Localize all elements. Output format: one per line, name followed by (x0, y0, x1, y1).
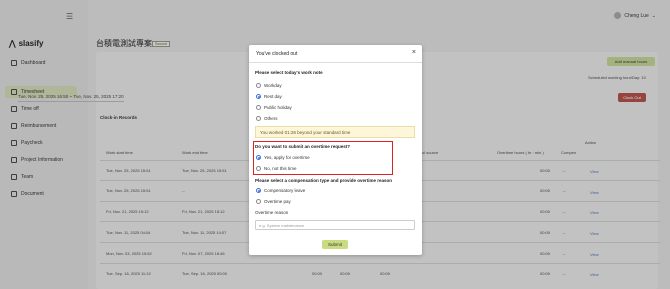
modal-title: You've clocked out (256, 51, 298, 57)
clock-out-modal: You've clocked out × Please select today… (249, 45, 422, 255)
option-label: Others (264, 116, 278, 121)
radio-button[interactable] (256, 116, 261, 121)
work-note-others[interactable]: Others (256, 116, 278, 121)
divider (249, 62, 422, 63)
compensation-question: Please select a compensation type and pr… (255, 178, 393, 183)
reason-label: Overtime reason (255, 210, 289, 215)
submit-button[interactable]: Submit (322, 240, 348, 249)
close-icon[interactable]: × (412, 49, 416, 56)
option-label: Rest day (264, 94, 282, 99)
work-note-public-holiday[interactable]: Public holiday (256, 105, 292, 110)
option-label: Yes, apply for overtime (264, 155, 310, 160)
work-note-question: Please select today's work note (255, 70, 323, 75)
overtime-reason-input[interactable]: e.g. System maintenance (255, 220, 415, 230)
overtime-yes[interactable]: Yes, apply for overtime (256, 155, 310, 160)
overtime-no[interactable]: No, not this time (256, 166, 297, 171)
overtime-notice: You worked 01:28 beyond your standard ti… (255, 126, 415, 138)
option-label: Workday (264, 83, 282, 88)
radio-button[interactable] (256, 188, 261, 193)
compensation-pay[interactable]: Overtime pay (256, 199, 291, 204)
radio-button[interactable] (256, 83, 261, 88)
compensation-leave[interactable]: Compensatory leave (256, 188, 305, 193)
radio-button[interactable] (256, 199, 261, 204)
option-label: No, not this time (264, 166, 297, 171)
option-label: Compensatory leave (264, 188, 306, 193)
radio-button[interactable] (256, 105, 261, 110)
work-note-rest-day[interactable]: Rest day (256, 94, 282, 99)
radio-button[interactable] (256, 166, 261, 171)
radio-button[interactable] (256, 94, 261, 99)
overtime-question: Do you want to submit an overtime reques… (255, 144, 351, 149)
radio-button[interactable] (256, 155, 261, 160)
work-note-workday[interactable]: Workday (256, 83, 282, 88)
option-label: Overtime pay (264, 199, 291, 204)
option-label: Public holiday (264, 105, 292, 110)
